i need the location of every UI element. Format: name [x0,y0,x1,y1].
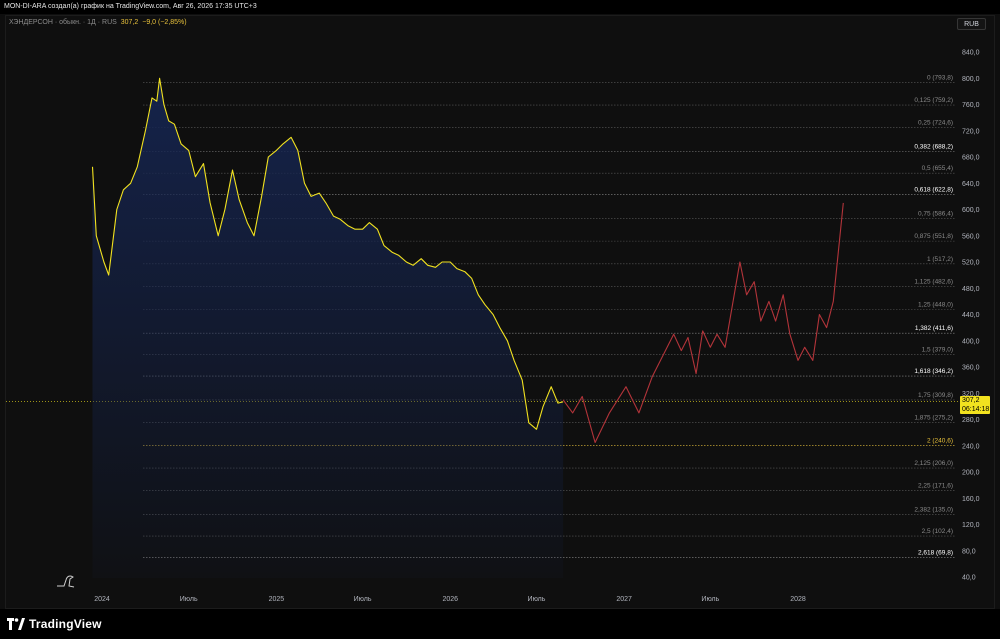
y-axis-tick-label: 760,0 [962,102,980,109]
x-axis-tick-label: Июль [528,596,546,603]
fib-level-label: 1,5 (379,0) [922,347,953,354]
fib-level-label: 0,25 (724,6) [918,120,953,127]
fib-level-label: 1,75 (309,8) [918,392,953,399]
fib-level-label: 2,382 (135,0) [914,507,953,514]
fib-level-label: 1,618 (346,2) [914,368,953,375]
y-axis-tick-label: 80,0 [962,548,976,555]
legend-price: 307,2 [120,19,139,26]
y-axis-tick-label: 360,0 [962,365,980,372]
fib-level-label: 1,875 (275,2) [914,415,953,422]
fib-level-label: 0 (793,8) [927,74,953,81]
x-axis-tick-label: 2028 [790,596,806,603]
last-price-tag: 307,2 06:14:18 [960,396,990,414]
y-axis-tick-label: 560,0 [962,233,980,240]
x-axis-tick-label: 2027 [616,596,632,603]
fib-level-label: 2,618 (69,8) [918,549,953,556]
y-axis-tick-label: 120,0 [962,522,980,529]
tradingview-logo-icon [7,618,25,630]
x-axis-tick-label: Июль [701,596,719,603]
y-axis-tick-label: 160,0 [962,496,980,503]
last-price-value: 307,2 [962,397,980,404]
y-axis-tick-label: 240,0 [962,443,980,450]
fib-level-label: 1,382 (411,6) [915,325,953,332]
y-axis-tick-label: 640,0 [962,181,980,188]
price-chart[interactable]: 0 (793,8) 0,125 (759,2) 0,25 (724,6) 0,382 … [0,0,1000,609]
legend-change: −9,0 (−2,85%) [142,19,187,26]
projection-series-line [562,202,844,444]
fib-level-label: 0,382 (688,2) [914,144,953,151]
x-axis-tick-label: 2025 [269,596,285,603]
fib-level-label: 1 (517,2) [927,256,953,263]
y-axis-tick-label: 40,0 [962,575,976,582]
x-axis-tick-label: Июль [354,596,372,603]
footer-bar [0,609,1000,639]
bar-countdown: 06:14:18 [962,405,990,413]
fib-level-label: 2,5 (102,4) [922,528,953,535]
y-axis-tick-label: 440,0 [962,312,980,319]
fib-level-label: 0,875 (551,8) [914,233,953,240]
y-axis-tick-label: 480,0 [962,286,980,293]
fib-level-label: 1,25 (448,0) [918,301,953,308]
legend-symbol: ХЭНДЕРСОН · обыкн. · 1Д · RUS [9,19,117,26]
y-axis-tick-label: 600,0 [962,207,980,214]
y-axis-tick-label: 840,0 [962,50,980,57]
tradingview-brand: TradingView [29,617,102,631]
fib-level-label: 2,25 (171,6) [918,483,953,490]
fib-level-label: 2,125 (206,0) [914,460,953,467]
symbol-legend: ХЭНДЕРСОН · обыкн. · 1Д · RUS 307,2 −9,0… [9,19,187,26]
y-axis-tick-label: 800,0 [962,76,980,83]
x-axis-tick-label: 2024 [94,596,110,603]
y-axis-tick-label: 280,0 [962,417,980,424]
y-axis-tick-label: 680,0 [962,155,980,162]
currency-button[interactable]: RUB [957,18,986,30]
fib-level-label: 0,618 (622,8) [914,187,953,194]
y-axis-tick-label: 200,0 [962,470,980,477]
x-axis-tick-label: Июль [180,596,198,603]
x-axis-tick-label: 2026 [442,596,458,603]
tradingview-logo[interactable]: TradingView [7,615,102,633]
y-axis-tick-label: 520,0 [962,260,980,267]
dino-watermark-icon[interactable] [57,575,75,588]
fib-level-label: 0,5 (655,4) [922,165,953,172]
fib-level-label: 0,125 (759,2) [914,97,953,104]
fib-level-label: 2 (240,6) [927,437,953,444]
price-area-fill [92,78,564,579]
fib-level-label: 1,125 (482,6) [914,279,953,286]
y-axis-tick-label: 400,0 [962,338,980,345]
y-axis-tick-label: 720,0 [962,128,980,135]
fib-level-label: 0,75 (586,4) [918,210,953,217]
